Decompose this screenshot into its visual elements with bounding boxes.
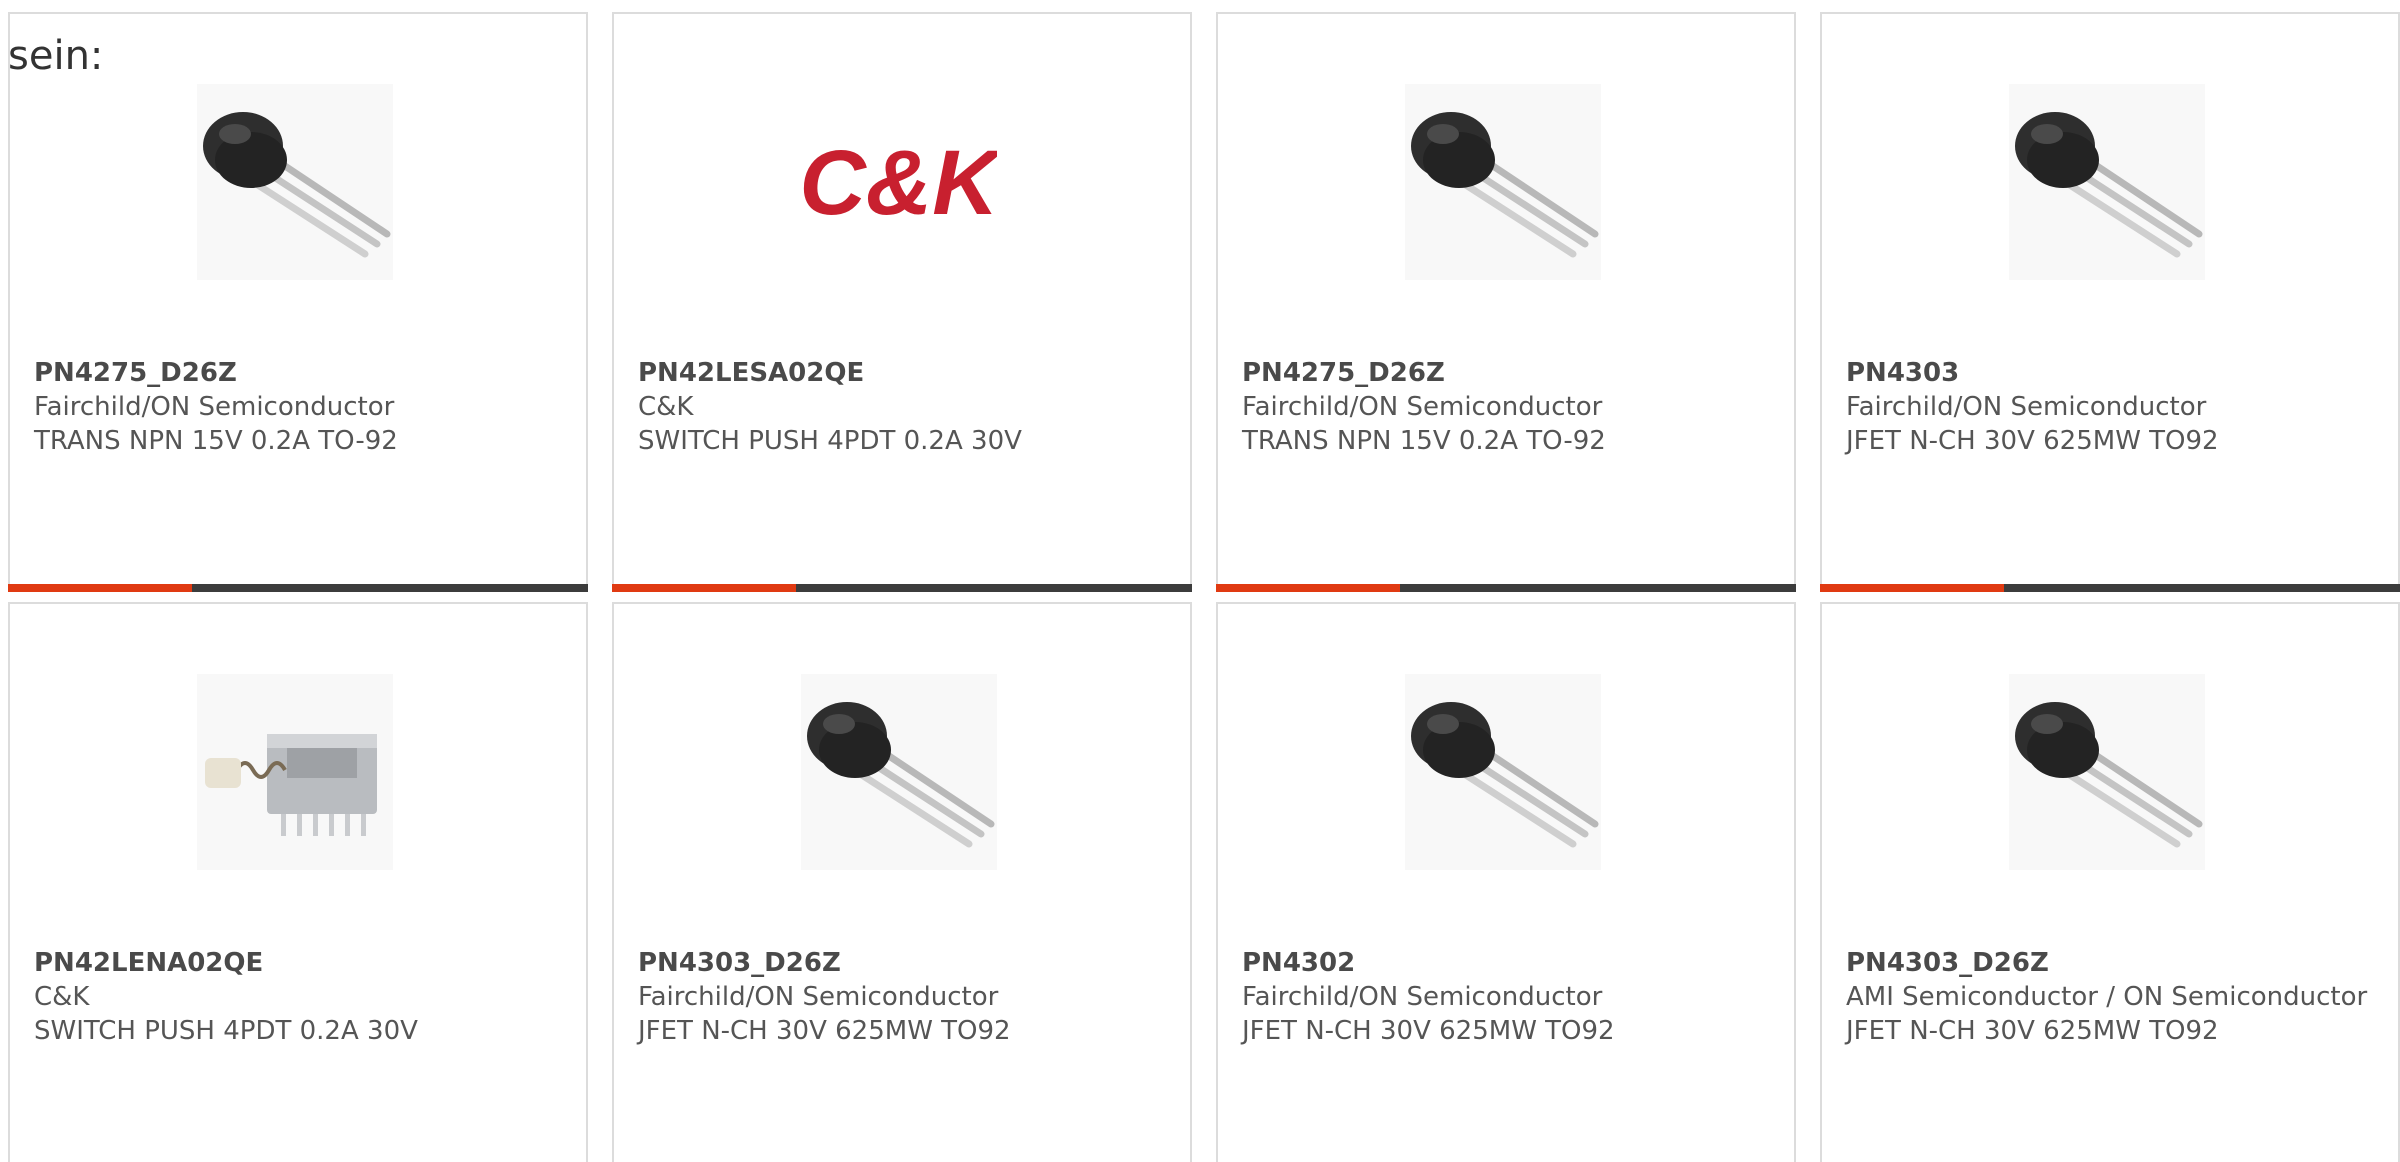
manufacturer: Fairchild/ON Semiconductor	[1242, 982, 1603, 1012]
part-number[interactable]: PN42LESA02QE	[638, 356, 1166, 390]
product-card[interactable]: PN4303_D26Z Fairchild/ON Semiconductor J…	[612, 602, 1192, 1162]
push-switch-icon	[205, 734, 377, 836]
product-card[interactable]: PN4275_D26Z Fairchild/ON Semiconductor T…	[1216, 12, 1796, 592]
ck-logo: C&K	[801, 132, 997, 234]
manufacturer: AMI Semiconductor / ON Semiconductor	[1846, 982, 2368, 1012]
transistor-to92-icon	[1411, 112, 1599, 258]
manufacturer: C&K	[34, 982, 90, 1012]
transistor-to92-icon	[807, 702, 995, 848]
product-card[interactable]: PN4275_D26Z Fairchild/ON Semiconductor T…	[8, 12, 588, 592]
product-info: PN42LESA02QE C&K SWITCH PUSH 4PDT 0.2A 3…	[638, 356, 1166, 458]
accent-segment	[612, 584, 796, 592]
product-info: PN4303_D26Z AMI Semiconductor / ON Semic…	[1846, 946, 2374, 1048]
manufacturer: Fairchild/ON Semiconductor	[638, 982, 999, 1012]
product-card[interactable]: PN4302 Fairchild/ON Semiconductor JFET N…	[1216, 602, 1796, 1162]
part-number[interactable]: PN4275_D26Z	[34, 356, 562, 390]
product-grid-page: sein: PN4275_D26Z Fairchild/ON Semicondu…	[0, 0, 2400, 1162]
product-image[interactable]	[197, 84, 393, 280]
manufacturer: Fairchild/ON Semiconductor	[1846, 392, 2207, 422]
manufacturer: Fairchild/ON Semiconductor	[34, 392, 395, 422]
part-number[interactable]: PN4303	[1846, 356, 2374, 390]
product-card[interactable]: PN42LENA02QE C&K SWITCH PUSH 4PDT 0.2A 3…	[8, 602, 588, 1162]
description: SWITCH PUSH 4PDT 0.2A 30V	[638, 426, 1022, 456]
transistor-to92-icon	[203, 112, 391, 258]
product-info: PN4275_D26Z Fairchild/ON Semiconductor T…	[34, 356, 562, 458]
product-image[interactable]	[1405, 674, 1601, 870]
product-image[interactable]	[2009, 84, 2205, 280]
manufacturer: C&K	[638, 392, 694, 422]
manufacturer: Fairchild/ON Semiconductor	[1242, 392, 1603, 422]
description: JFET N-CH 30V 625MW TO92	[1242, 1016, 1615, 1046]
part-number[interactable]: PN4303_D26Z	[638, 946, 1166, 980]
svg-text:C&K: C&K	[801, 132, 997, 234]
accent-segment	[1216, 584, 1400, 592]
transistor-to92-icon	[2015, 112, 2203, 258]
product-image[interactable]	[1405, 84, 1601, 280]
part-number[interactable]: PN42LENA02QE	[34, 946, 562, 980]
part-number[interactable]: PN4303_D26Z	[1846, 946, 2374, 980]
description: JFET N-CH 30V 625MW TO92	[1846, 426, 2219, 456]
product-image[interactable]	[801, 674, 997, 870]
transistor-to92-icon	[1411, 702, 1599, 848]
product-info: PN42LENA02QE C&K SWITCH PUSH 4PDT 0.2A 3…	[34, 946, 562, 1048]
product-card[interactable]: PN4303 Fairchild/ON Semiconductor JFET N…	[1820, 12, 2400, 592]
card-accent-bar	[1820, 584, 2400, 592]
accent-segment	[1820, 584, 2004, 592]
accent-segment	[8, 584, 192, 592]
product-card[interactable]: PN4303_D26Z AMI Semiconductor / ON Semic…	[1820, 602, 2400, 1162]
product-image[interactable]: C&K	[801, 84, 997, 280]
product-info: PN4303 Fairchild/ON Semiconductor JFET N…	[1846, 356, 2374, 458]
part-number[interactable]: PN4302	[1242, 946, 1770, 980]
card-accent-bar	[8, 584, 588, 592]
card-accent-bar	[1216, 584, 1796, 592]
product-image[interactable]	[2009, 674, 2205, 870]
product-card[interactable]: C&K PN42LESA02QE C&K SWITCH PUSH 4PDT 0.…	[612, 12, 1192, 592]
intro-text: sein:	[8, 33, 104, 79]
transistor-to92-icon	[2015, 702, 2203, 848]
description: SWITCH PUSH 4PDT 0.2A 30V	[34, 1016, 418, 1046]
description: JFET N-CH 30V 625MW TO92	[638, 1016, 1011, 1046]
card-accent-bar	[612, 584, 1192, 592]
product-info: PN4303_D26Z Fairchild/ON Semiconductor J…	[638, 946, 1166, 1048]
product-info: PN4302 Fairchild/ON Semiconductor JFET N…	[1242, 946, 1770, 1048]
product-info: PN4275_D26Z Fairchild/ON Semiconductor T…	[1242, 356, 1770, 458]
product-image[interactable]	[197, 674, 393, 870]
description: TRANS NPN 15V 0.2A TO-92	[34, 426, 398, 456]
description: TRANS NPN 15V 0.2A TO-92	[1242, 426, 1606, 456]
part-number[interactable]: PN4275_D26Z	[1242, 356, 1770, 390]
description: JFET N-CH 30V 625MW TO92	[1846, 1016, 2219, 1046]
